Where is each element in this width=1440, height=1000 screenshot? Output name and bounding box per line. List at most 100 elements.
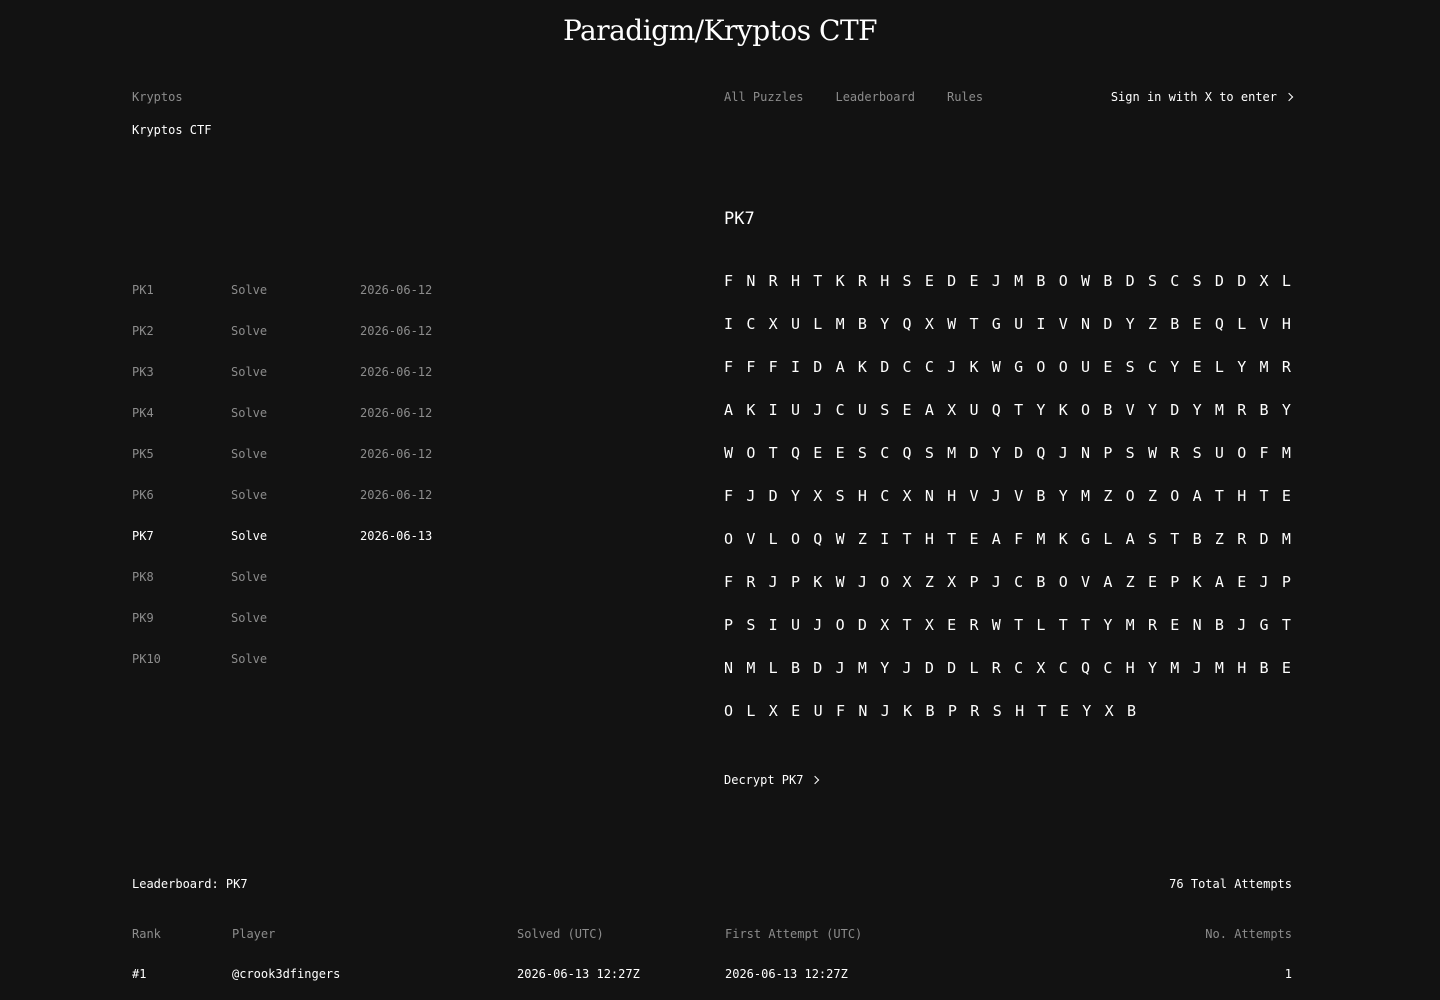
cipher-letter: H xyxy=(1125,659,1135,677)
cipher-letter: X xyxy=(1036,659,1046,677)
cipher-letter: R xyxy=(991,659,1001,677)
cipher-letter: F xyxy=(768,358,778,376)
decrypt-button[interactable]: Decrypt PK7 xyxy=(724,773,820,787)
puzzle-date: 2026-06-13 xyxy=(360,529,433,543)
cipher-letter: D xyxy=(1103,315,1113,333)
cipher-letter: L xyxy=(1036,616,1046,634)
cipher-letter: B xyxy=(790,659,800,677)
puzzle-row-pk8[interactable]: PK8 Solve xyxy=(132,570,480,611)
cipher-letter: Q xyxy=(1214,315,1224,333)
cipher-letter: C xyxy=(1014,573,1024,591)
cipher-letter: B xyxy=(1036,487,1046,505)
puzzle-row-pk10[interactable]: PK10 Solve xyxy=(132,652,480,693)
cipher-letter: J xyxy=(947,358,957,376)
cipher-letter: E xyxy=(1170,616,1180,634)
cipher-letter: M xyxy=(1259,358,1269,376)
cipher-letter: N xyxy=(724,659,734,677)
cipher-letter: I xyxy=(880,530,890,548)
cipher-letter: S xyxy=(1147,272,1157,290)
cipher-letter: J xyxy=(902,659,912,677)
puzzle-status: Solve xyxy=(231,488,268,502)
cipher-letter: X xyxy=(880,616,890,634)
cipher-letter: A xyxy=(991,530,1001,548)
sign-in-button[interactable]: Sign in with X to enter xyxy=(1111,90,1294,104)
cipher-letter: E xyxy=(1192,315,1202,333)
cipher-letter: B xyxy=(1103,401,1113,419)
cipher-letter: T xyxy=(902,530,912,548)
puzzle-status: Solve xyxy=(231,529,268,543)
cipher-letter: Q xyxy=(813,530,823,548)
puzzle-date: 2026-06-12 xyxy=(360,283,433,297)
cipher-letter: T xyxy=(768,444,778,462)
cipher-letter: P xyxy=(1281,573,1291,591)
cipher-letter: J xyxy=(1259,573,1269,591)
cipher-letter: O xyxy=(724,702,734,720)
cipher-letter: J xyxy=(813,401,823,419)
player-link[interactable]: @crook3dfingers xyxy=(232,967,517,981)
cipher-letter: O xyxy=(724,530,734,548)
cipher-letter: F xyxy=(724,272,734,290)
cipher-letter: Y xyxy=(991,444,1001,462)
cipher-letter: H xyxy=(880,272,890,290)
cipher-letter: C xyxy=(1170,272,1180,290)
cipher-letter: J xyxy=(857,573,867,591)
puzzle-row-pk2[interactable]: PK2 Solve 2026-06-12 xyxy=(132,324,480,365)
cipher-letter: A xyxy=(1192,487,1202,505)
cipher-letter: J xyxy=(991,573,1001,591)
puzzle-row-pk3[interactable]: PK3 Solve 2026-06-12 xyxy=(132,365,480,406)
cipher-letter: O xyxy=(1081,401,1091,419)
column-player: Player xyxy=(232,927,276,941)
cipher-letter: M xyxy=(947,444,957,462)
puzzle-row-pk9[interactable]: PK9 Solve xyxy=(132,611,480,652)
ciphertext-grid: FNRHTKRHSEDEJMBOWBDSCSDDXLICXULMBYQXWTGU… xyxy=(724,272,1304,745)
cipher-letter: H xyxy=(1237,659,1247,677)
cipher-letter: N xyxy=(1081,444,1091,462)
cipher-letter: X xyxy=(924,616,934,634)
cipher-letter: E xyxy=(1103,358,1113,376)
puzzle-row-pk1[interactable]: PK1 Solve 2026-06-12 xyxy=(132,283,480,324)
nav-leaderboard[interactable]: Leaderboard xyxy=(835,90,914,104)
main-nav: All Puzzles Leaderboard Rules xyxy=(724,90,1015,104)
cipher-letter: X xyxy=(768,315,778,333)
breadcrumb-parent[interactable]: Kryptos xyxy=(132,90,183,104)
cipher-letter: J xyxy=(1192,659,1202,677)
first-attempt-cell: 2026-06-13 12:27Z xyxy=(725,967,848,981)
cipher-letter: U xyxy=(790,401,800,419)
cipher-letter: T xyxy=(1058,616,1068,634)
cipher-letter: C xyxy=(924,358,934,376)
cipher-letter: D xyxy=(947,272,957,290)
cipher-letter: Q xyxy=(902,444,912,462)
puzzle-id: PK7 xyxy=(132,529,154,543)
cipher-letter: E xyxy=(924,272,934,290)
cipher-letter: L xyxy=(768,659,778,677)
cipher-letter: O xyxy=(746,444,756,462)
cipher-letter: M xyxy=(1014,272,1024,290)
cipher-letter: D xyxy=(768,487,778,505)
cipher-letter: T xyxy=(1014,401,1024,419)
cipher-letter: D xyxy=(880,358,890,376)
puzzle-row-pk6[interactable]: PK6 Solve 2026-06-12 xyxy=(132,488,480,529)
cipher-letter: B xyxy=(1170,315,1180,333)
cipher-letter: L xyxy=(1214,358,1224,376)
puzzle-id: PK8 xyxy=(132,570,154,584)
cipher-letter: O xyxy=(1125,487,1135,505)
site-title: Paradigm/Kryptos CTF xyxy=(562,14,878,47)
cipher-letter: F xyxy=(835,702,845,720)
cipher-letter: V xyxy=(969,487,979,505)
cipher-row: FRJPKWJOXZXPJCBOVAZEPKAEJP xyxy=(724,573,1304,616)
cipher-letter: O xyxy=(880,573,890,591)
nav-all-puzzles[interactable]: All Puzzles xyxy=(724,90,803,104)
cipher-row: PSIUJODXTXERWTLTTYMRENBJGT xyxy=(724,616,1304,659)
cipher-letter: X xyxy=(902,573,912,591)
cipher-letter: C xyxy=(880,444,890,462)
puzzle-status: Solve xyxy=(231,365,268,379)
nav-rules[interactable]: Rules xyxy=(947,90,983,104)
puzzle-row-pk4[interactable]: PK4 Solve 2026-06-12 xyxy=(132,406,480,447)
cipher-letter: X xyxy=(1104,702,1114,720)
puzzle-row-pk7[interactable]: PK7 Solve 2026-06-13 xyxy=(132,529,480,570)
cipher-letter: Y xyxy=(1147,659,1157,677)
puzzle-status: Solve xyxy=(231,570,268,584)
cipher-letter: P xyxy=(969,573,979,591)
puzzle-row-pk5[interactable]: PK5 Solve 2026-06-12 xyxy=(132,447,480,488)
cipher-letter: Y xyxy=(1125,315,1135,333)
